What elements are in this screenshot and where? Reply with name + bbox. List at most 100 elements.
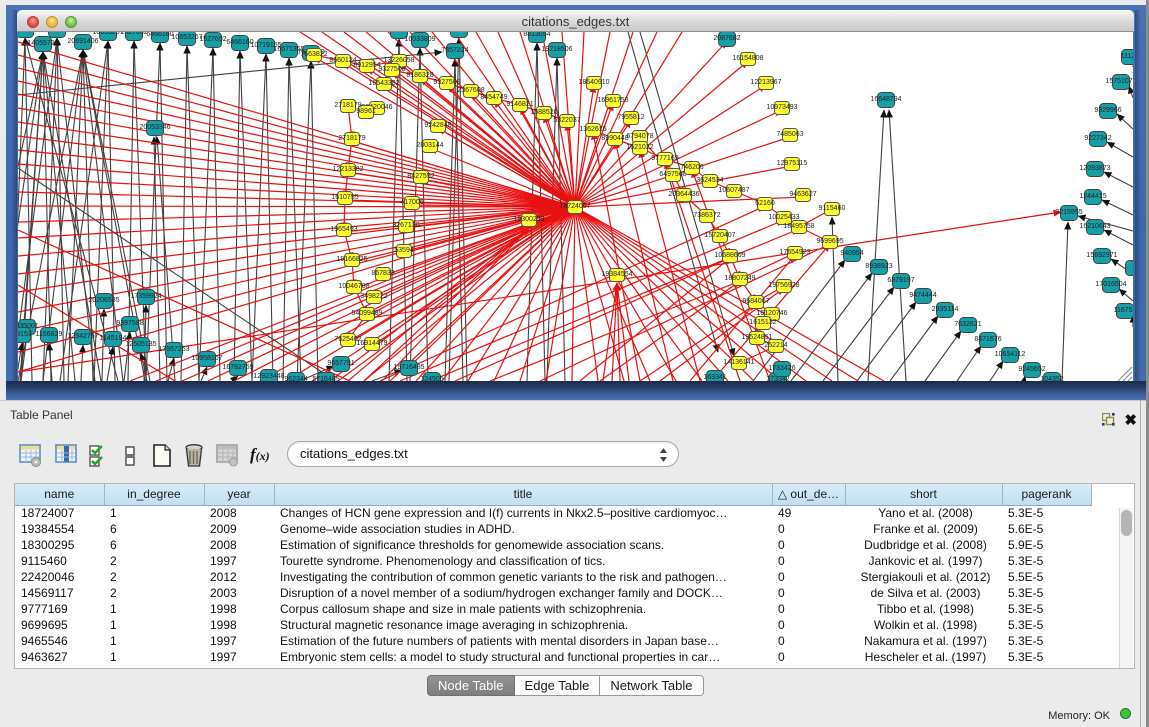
svg-text:1733426: 1733426 [768,365,795,372]
svg-text:15692971: 15692971 [1086,252,1117,259]
svg-text:19524851: 19524851 [741,334,772,341]
svg-text:16914479: 16914479 [356,340,387,347]
svg-text:8813054: 8813054 [523,32,550,38]
svg-text:8990448: 8990448 [601,135,628,142]
svg-text:9227342: 9227342 [1084,135,1111,142]
svg-text:6879197: 6879197 [887,277,914,284]
svg-text:19300233: 19300233 [513,216,544,223]
svg-text:10688609: 10688609 [714,252,745,259]
svg-text:5322037: 5322037 [553,117,580,124]
svg-text:3498222: 3498222 [360,293,387,300]
svg-text:3215955: 3215955 [1055,209,1082,216]
svg-text:1: 1 [1132,264,1133,271]
svg-text:12505135: 12505135 [125,341,156,348]
svg-text:2069140: 2069140 [43,32,70,33]
svg-text:1588520: 1588520 [530,109,557,116]
svg-text:18807249: 18807249 [724,275,755,282]
svg-text:9146821: 9146821 [506,101,533,108]
svg-text:6466160: 6466160 [146,32,173,38]
svg-text:252214: 252214 [764,342,787,349]
svg-text:1362615: 1362615 [579,126,606,133]
svg-text:10653267: 10653267 [171,34,202,41]
svg-text:17359924: 17359924 [130,293,161,300]
svg-text:9684067: 9684067 [742,298,769,305]
svg-text:3267130: 3267130 [392,222,419,229]
svg-text:9327508: 9327508 [433,79,460,86]
svg-text:12093873: 12093873 [1079,165,1110,172]
svg-text:18724007: 18724007 [559,203,590,210]
svg-text:6497568: 6497568 [659,171,686,178]
svg-text:2367608: 2367608 [457,87,484,94]
svg-text:16543382: 16543382 [368,80,399,87]
svg-text:1145194: 1145194 [100,335,127,342]
svg-text:9657791: 9657791 [327,360,354,367]
svg-text:62160: 62160 [755,200,775,207]
svg-text:8938923: 8938923 [865,263,892,270]
svg-text:20206535: 20206535 [88,297,119,304]
svg-text:17957253: 17957253 [158,346,189,353]
svg-text:2087682: 2087682 [713,35,740,42]
svg-text:1527602: 1527602 [199,36,226,43]
svg-text:1965493: 1965493 [330,226,357,233]
svg-text:12213967: 12213967 [750,79,781,86]
svg-text:9115460: 9115460 [819,205,846,212]
svg-text:8131044: 8131044 [445,32,472,33]
svg-text:19166825: 19166825 [336,256,367,263]
svg-text:9327503: 9327503 [378,66,405,73]
svg-text:12213382: 12213382 [332,166,363,173]
svg-text:19756928: 19756928 [768,282,799,289]
svg-text:8427552: 8427552 [407,173,434,180]
svg-text:20364436: 20364436 [668,191,699,198]
svg-text:15716485: 15716485 [393,364,424,371]
svg-text:2718179: 2718179 [338,135,365,142]
svg-text:9329966: 9329966 [1094,107,1121,114]
svg-text:10025433: 10025433 [768,214,799,221]
svg-text:15720407: 15720407 [704,232,735,239]
svg-text:1911606: 1911606 [18,32,38,33]
svg-text:20691406: 20691406 [67,38,98,45]
svg-text:16120746: 16120746 [756,310,787,317]
svg-text:116753: 116753 [1114,307,1133,314]
svg-text:1527602: 1527602 [120,32,147,36]
svg-text:9242848: 9242848 [424,122,451,129]
svg-text:18640910: 18640910 [578,79,609,86]
svg-text:17654923: 17654923 [779,249,810,256]
svg-text:9699695: 9699695 [816,238,843,245]
svg-text:53594: 53594 [394,247,414,254]
svg-text:8186328: 8186328 [406,72,433,79]
svg-text:9397588: 9397588 [116,320,143,327]
svg-text:10654112: 10654112 [995,351,1026,358]
svg-text:2935114: 2935114 [932,306,959,313]
svg-text:20053346: 20053346 [139,124,170,131]
svg-text:10046788: 10046788 [338,283,369,290]
svg-text:940954: 940954 [840,250,863,257]
svg-text:746206: 746206 [680,164,703,171]
svg-text:12942757: 12942757 [67,333,98,340]
svg-text:1156829: 1156829 [36,331,63,338]
svg-text:1610755: 1610755 [331,194,358,201]
svg-text:417006: 417006 [400,199,423,206]
svg-text:16961758: 16961758 [597,97,628,104]
svg-text:10653267: 10653267 [92,32,123,36]
svg-text:17016504: 17016504 [1095,281,1126,288]
svg-text:9463627: 9463627 [789,191,816,198]
svg-text:2803144: 2803144 [416,142,443,149]
svg-text:163341: 163341 [703,374,726,381]
svg-text:16782759: 16782759 [222,364,253,371]
svg-text:11123: 11123 [1121,53,1133,60]
svg-text:1621022: 1621022 [626,144,653,151]
svg-text:15751074: 15751074 [1105,78,1133,85]
svg-text:1244415: 1244415 [1079,193,1106,200]
svg-text:10973493: 10973493 [766,104,797,111]
svg-text:8912954: 8912954 [353,62,380,69]
svg-text:867833: 867833 [371,270,394,277]
svg-text:6794078: 6794078 [626,133,653,140]
svg-text:8454749: 8454749 [480,94,507,101]
svg-text:19218506: 19218506 [541,46,572,53]
svg-text:16210643: 16210643 [1079,223,1110,230]
svg-text:7357224: 7357224 [441,47,468,54]
svg-text:7632621: 7632621 [954,321,981,328]
svg-text:12923448: 12923448 [253,373,284,380]
svg-text:3624534: 3624534 [696,177,723,184]
svg-text:9245652: 9245652 [1018,366,1045,373]
